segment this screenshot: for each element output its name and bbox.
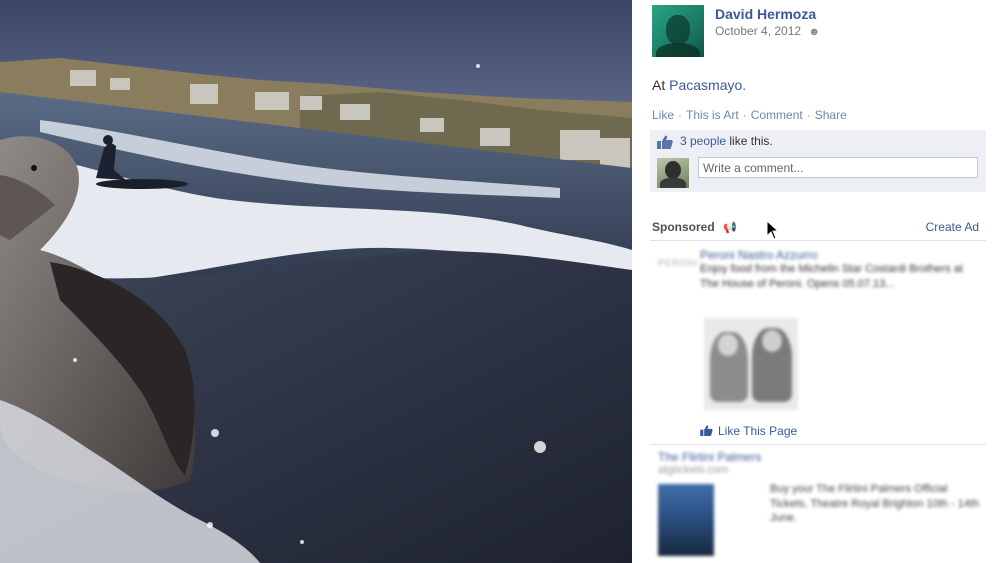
action-separator: · <box>742 108 747 122</box>
ad-image-face <box>718 334 738 356</box>
avatar-shoulders <box>656 43 700 57</box>
ad-image-face <box>762 330 782 352</box>
post-location: At Pacasmayo. <box>652 77 746 93</box>
location-link[interactable]: Pacasmayo. <box>669 77 746 93</box>
author-name-link[interactable]: David Hermoza <box>715 6 816 22</box>
like-action[interactable]: Like <box>652 108 674 122</box>
thumbs-up-icon <box>657 135 673 149</box>
post-date: October 4, 2012 ☻ <box>715 24 820 38</box>
ad-image[interactable] <box>658 484 714 556</box>
viewer-avatar-head <box>665 161 681 179</box>
comment-input[interactable] <box>698 157 978 178</box>
likes-suffix: like this. <box>729 134 773 148</box>
ad-body-text: Buy your The Flirtini Palmers Official T… <box>770 483 980 524</box>
post-date-text[interactable]: October 4, 2012 <box>715 24 801 38</box>
thumbs-up-icon <box>700 425 713 436</box>
ad-url: atgtickets.com <box>658 464 729 476</box>
sponsored-heading: Sponsored 📢 <box>652 220 737 234</box>
sponsored-label: Sponsored <box>652 220 715 234</box>
this-is-art-action[interactable]: This is Art <box>686 108 739 122</box>
sponsored-divider <box>650 240 986 241</box>
ad-image[interactable] <box>704 318 798 410</box>
like-this-page-label: Like This Page <box>718 424 798 438</box>
avatar-face <box>666 15 690 45</box>
ad-title-link[interactable]: Peroni Nastro Azzurro <box>700 248 817 262</box>
ad-body-text: Enjoy food from the Michelin Star Costar… <box>700 263 963 290</box>
ad-divider <box>650 444 986 445</box>
location-prefix: At <box>652 77 666 93</box>
ad-title-link[interactable]: The Flirtini Palmers <box>658 450 761 464</box>
beach-pelican-photo <box>0 0 632 563</box>
post-detail-panel: David Hermoza October 4, 2012 ☻ At Pacas… <box>632 0 1000 563</box>
like-this-page-button[interactable]: Like This Page <box>700 424 797 438</box>
likes-comments-box: 3 people like this. <box>650 130 986 192</box>
friends-icon[interactable]: ☻ <box>808 26 820 38</box>
post-photo[interactable] <box>0 0 632 563</box>
likes-summary: 3 people like this. <box>680 134 773 148</box>
viewer-avatar <box>657 158 689 188</box>
action-separator: · <box>806 108 811 122</box>
post-actions: Like · This is Art · Comment · Share <box>652 108 847 122</box>
action-separator: · <box>678 108 683 122</box>
author-avatar[interactable] <box>652 5 704 57</box>
viewer-avatar-body <box>660 178 686 188</box>
megaphone-icon: 📢 <box>723 222 737 234</box>
create-ad-link[interactable]: Create Ad <box>926 220 979 234</box>
ad-logo[interactable]: PERONI <box>658 258 699 268</box>
mouse-pointer-icon <box>766 220 780 240</box>
likes-count-link[interactable]: 3 people <box>680 134 726 148</box>
comment-action[interactable]: Comment <box>751 108 803 122</box>
share-action[interactable]: Share <box>815 108 847 122</box>
